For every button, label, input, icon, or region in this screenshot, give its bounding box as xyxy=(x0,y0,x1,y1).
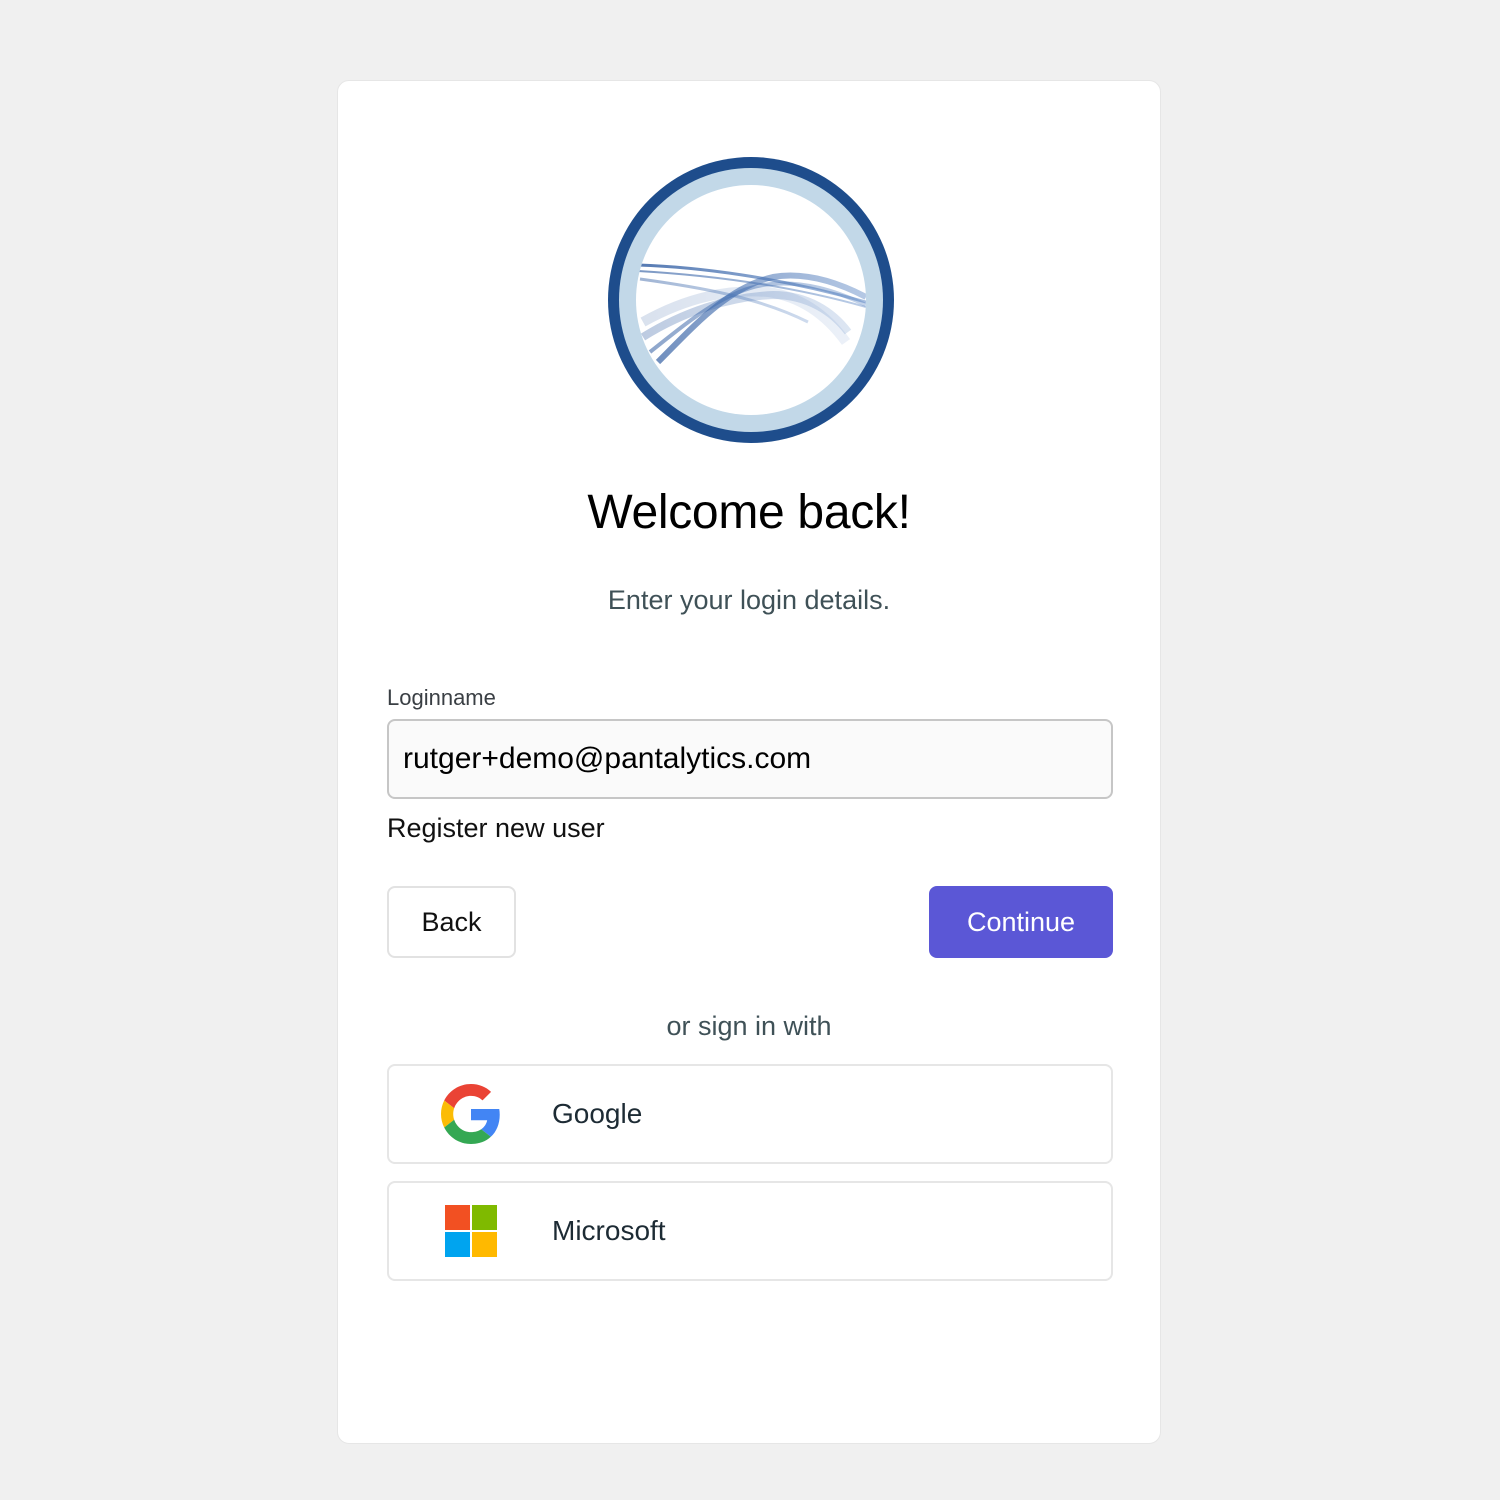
page-subtitle: Enter your login details. xyxy=(607,585,891,615)
google-label: Google xyxy=(552,1098,643,1129)
microsoft-signin-button[interactable]: Microsoft xyxy=(387,1181,1113,1281)
loginname-label: Loginname xyxy=(387,685,496,710)
register-new-user-link[interactable]: Register new user xyxy=(387,813,605,844)
microsoft-label: Microsoft xyxy=(552,1215,666,1246)
login-card: Welcome back! Enter your login details. … xyxy=(337,80,1161,1444)
continue-button[interactable]: Continue xyxy=(929,886,1113,958)
google-signin-button[interactable]: Google xyxy=(387,1064,1113,1164)
page-title: Welcome back! xyxy=(587,486,911,539)
loginname-input[interactable] xyxy=(387,719,1113,799)
microsoft-icon xyxy=(445,1205,497,1257)
brand-logo xyxy=(608,157,894,443)
sign-in-with-divider: or sign in with xyxy=(666,1011,832,1041)
google-icon xyxy=(441,1084,500,1144)
back-button[interactable]: Back xyxy=(387,886,516,958)
